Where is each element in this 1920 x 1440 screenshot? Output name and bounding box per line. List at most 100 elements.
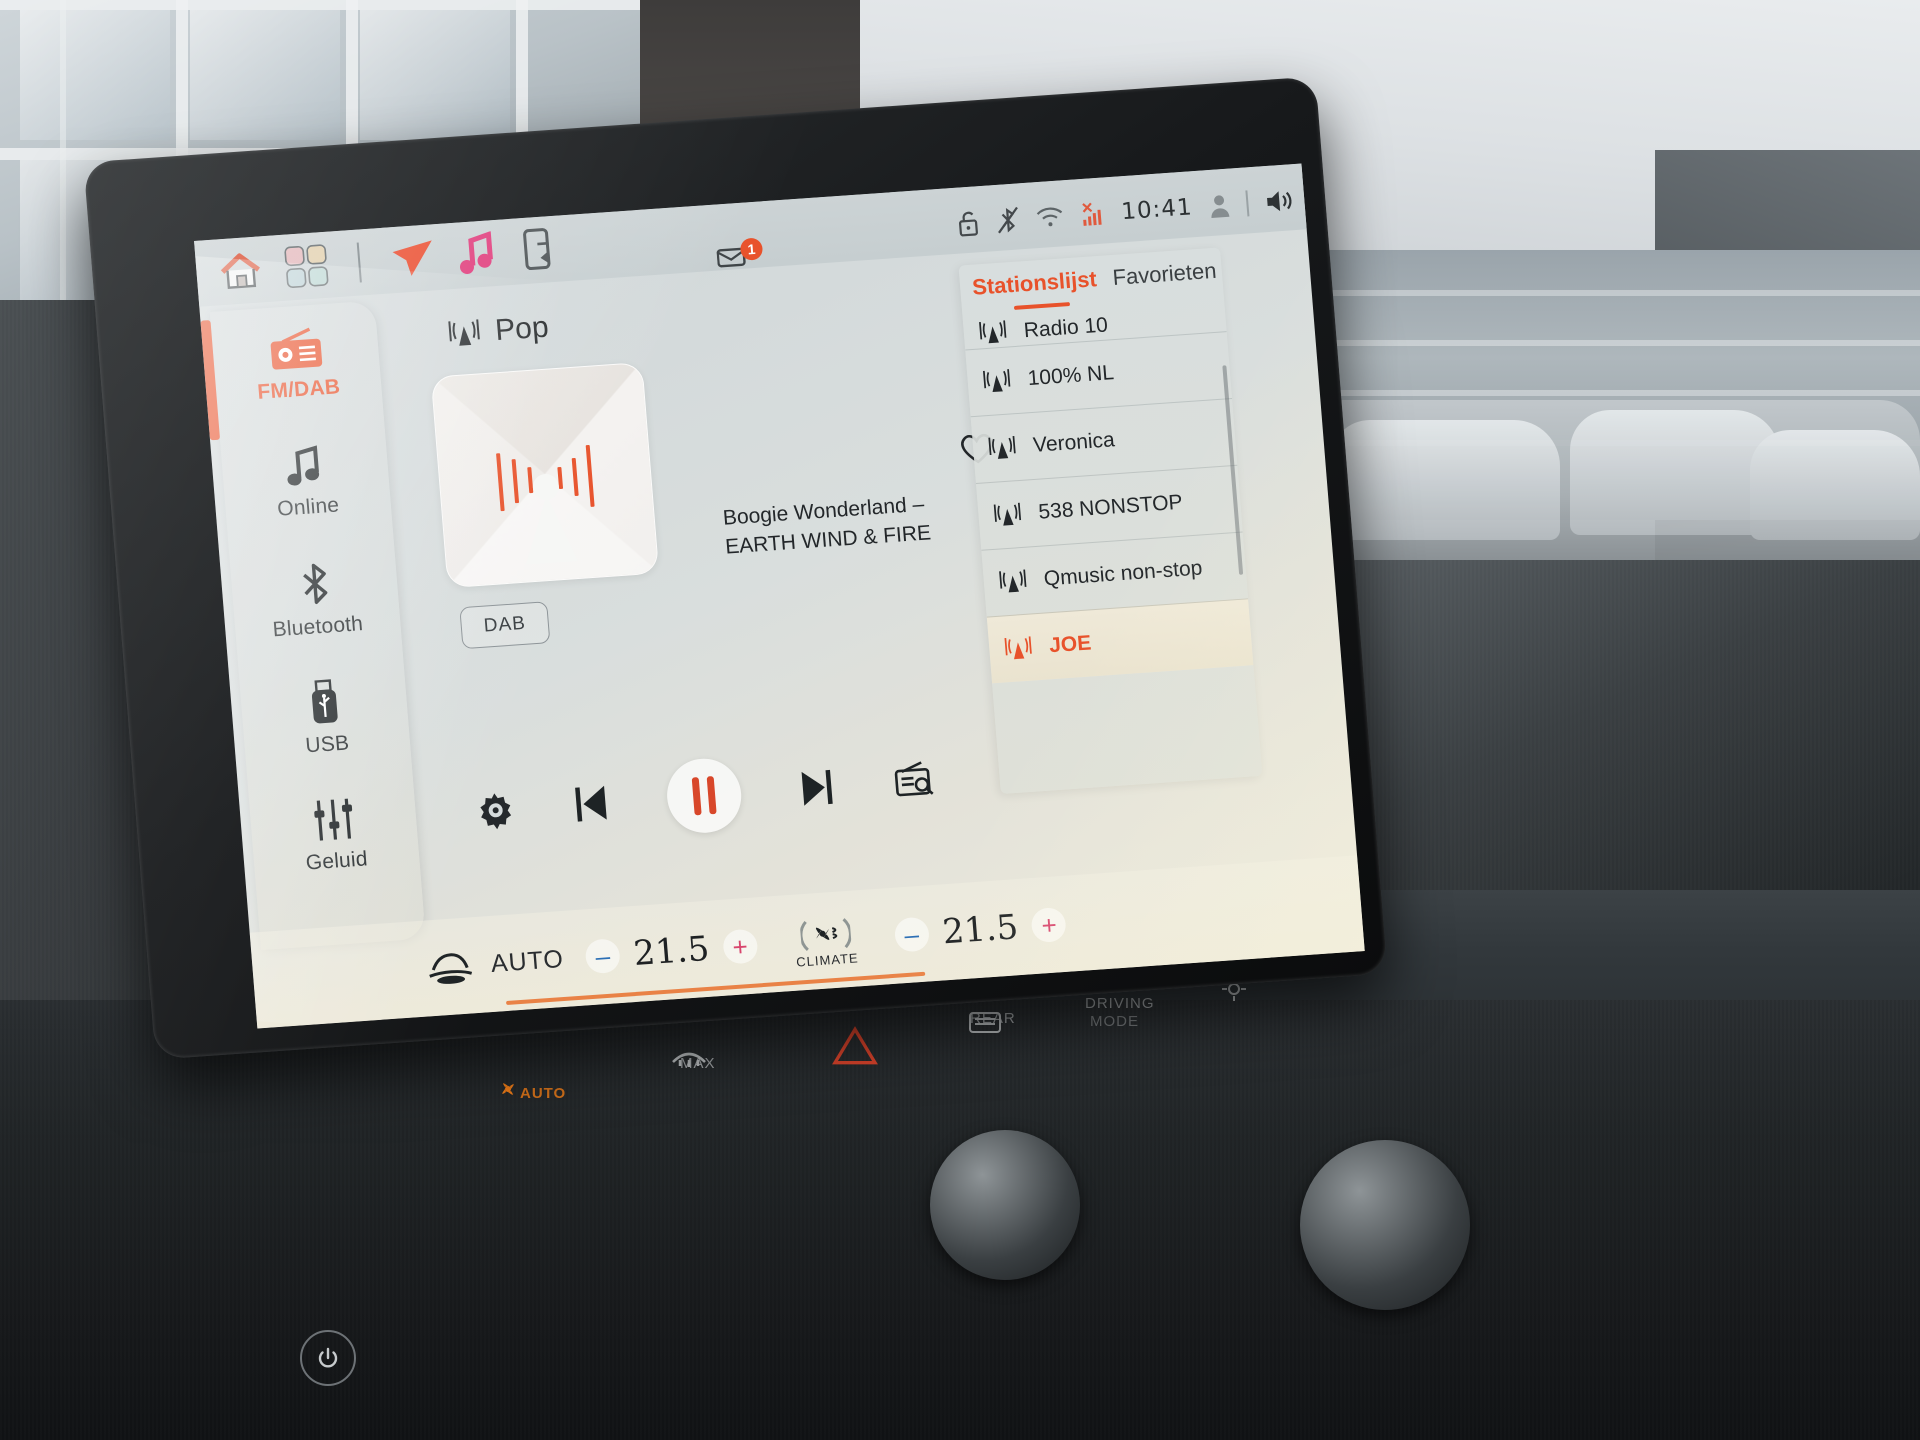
play-pause-button[interactable]: [664, 756, 745, 836]
skip-previous-icon: [575, 785, 607, 822]
usb-stick-icon: [311, 679, 338, 724]
gear-icon: [480, 793, 512, 830]
radio-tower-icon: [1004, 636, 1032, 660]
playback-controls: [423, 739, 988, 852]
sidebar-item-online[interactable]: Online: [219, 418, 393, 547]
album-art-antenna-icon: [526, 473, 578, 565]
infotainment-screen: 1 10:41 FM/DAB Online Bluetooth USB Gelu…: [194, 163, 1365, 1029]
rotary-knob-left[interactable]: [930, 1130, 1080, 1280]
left-temp-increase-button[interactable]: +: [721, 928, 759, 965]
sidebar-item-bluetooth[interactable]: Bluetooth: [229, 536, 403, 665]
power-button[interactable]: [300, 1330, 356, 1386]
seat-heater-icon[interactable]: [422, 945, 479, 989]
navigation-icon[interactable]: [389, 236, 438, 281]
list-item[interactable]: JOE: [986, 598, 1254, 684]
band-badge[interactable]: DAB: [459, 601, 551, 650]
list-item[interactable]: Veronica: [970, 397, 1238, 484]
defrost-rear-icon[interactable]: [968, 1010, 1002, 1036]
left-temp-decrease-button[interactable]: –: [584, 938, 622, 975]
apps-grid-icon[interactable]: [283, 243, 330, 290]
status-divider: [1245, 190, 1250, 217]
message-icon: [716, 247, 746, 268]
radio-tower-icon: [979, 320, 1007, 344]
left-temperature-value: 21.5: [632, 928, 711, 974]
tab-stationslijst[interactable]: Stationslijst: [971, 266, 1097, 301]
notification-count-badge: 1: [739, 237, 764, 261]
fan-icon: [799, 917, 852, 951]
track-title: Boogie Wonderland – EARTH WIND & FIRE: [722, 492, 932, 559]
climate-label: CLIMATE: [795, 949, 860, 970]
next-track-button[interactable]: [795, 766, 838, 811]
hazard-triangle-icon[interactable]: [832, 1026, 878, 1066]
list-item[interactable]: Radio 10: [962, 289, 1227, 349]
list-item-label: Radio 10: [1022, 313, 1109, 343]
climate-accent-underline: [505, 971, 926, 1006]
station-list-panel: Stationslijst Favorieten Radio 10 100% N…: [958, 247, 1263, 795]
photo-scene: MAX REAR DRIVING MODE AUTO: [0, 0, 1920, 1440]
list-item-label: 100% NL: [1026, 361, 1115, 391]
list-item-label: JOE: [1048, 631, 1093, 658]
pause-icon: [688, 776, 721, 816]
album-art-wrapper: Boogie Wonderland – EARTH WIND & FIRE: [430, 341, 993, 589]
settings-gear-button[interactable]: [474, 789, 517, 832]
top-app-bar: [194, 163, 1329, 307]
list-item[interactable]: 538 NONSTOP: [975, 464, 1243, 550]
right-temp-decrease-button[interactable]: –: [893, 916, 930, 953]
user-profile-icon[interactable]: [1207, 192, 1231, 219]
station-list-scrollbar[interactable]: [1222, 365, 1244, 575]
hw-label-driving: DRIVING: [1085, 995, 1155, 1012]
radio-tower-icon: [988, 435, 1016, 459]
search-icon[interactable]: [1227, 259, 1230, 281]
hw-label-auto: AUTO: [520, 1085, 567, 1102]
right-temperature-value: 21.5: [940, 907, 1020, 953]
sidebar-item-label: USB: [304, 731, 351, 758]
radio-tower-icon: [999, 569, 1027, 593]
now-playing-panel: Pop Boogie Wonderland – EARTH WIND & FIR…: [384, 261, 999, 998]
defrost-front-icon[interactable]: [670, 1040, 708, 1070]
unlock-icon: [958, 211, 978, 237]
infotainment-display-bezel: 1 10:41 FM/DAB Online Bluetooth USB Gelu…: [83, 76, 1388, 1060]
rotary-knob-right[interactable]: [1300, 1140, 1470, 1310]
previous-track-button[interactable]: [570, 781, 613, 826]
list-item-label: 538 NONSTOP: [1037, 490, 1184, 524]
partial-row-highlight: [1013, 302, 1071, 310]
phone-projection-icon[interactable]: [518, 227, 559, 274]
skip-next-icon: [801, 769, 833, 806]
tab-favorieten[interactable]: Favorieten: [1112, 258, 1218, 291]
sidebar-item-fm-dab[interactable]: FM/DAB: [210, 301, 384, 430]
bluetooth-off-icon: [997, 206, 1018, 234]
hw-label-mode: MODE: [1090, 1013, 1139, 1030]
station-list-header: Stationslijst Favorieten: [958, 247, 1230, 307]
status-clock: 10:41: [1120, 194, 1194, 226]
station-scan-button[interactable]: [891, 760, 936, 803]
dashboard-vent: [1330, 560, 1920, 890]
music-note-icon: [286, 445, 319, 486]
active-source-indicator: [200, 320, 221, 441]
cellular-no-service-icon: [1081, 202, 1102, 226]
notification-indicator[interactable]: 1: [716, 237, 764, 270]
radio-search-icon: [894, 761, 934, 797]
list-item-label: Qmusic non-stop: [1042, 556, 1204, 591]
wifi-icon: [1036, 207, 1062, 227]
music-note-icon[interactable]: [456, 230, 499, 278]
sidebar-item-label: Online: [276, 493, 341, 521]
fan-auto-icon[interactable]: [495, 1076, 521, 1102]
home-icon[interactable]: [217, 249, 264, 292]
sidebar-item-label: Bluetooth: [271, 612, 364, 642]
speaker-volume-icon[interactable]: [1263, 187, 1295, 215]
radio-tower-icon: [982, 369, 1011, 393]
sidebar-item-geluid[interactable]: Geluid: [248, 771, 422, 900]
album-art-bars: [496, 445, 595, 513]
favorite-heart-icon[interactable]: [957, 430, 998, 467]
radio-icon: [270, 327, 322, 370]
right-temp-increase-button[interactable]: +: [1030, 906, 1068, 944]
chevron-down-icon[interactable]: [1104, 273, 1105, 285]
list-item[interactable]: 100% NL: [965, 331, 1232, 417]
sidebar-item-usb[interactable]: USB: [238, 653, 412, 782]
bluetooth-icon: [302, 563, 327, 605]
list-item-label: Veronica: [1032, 428, 1116, 457]
climate-button[interactable]: CLIMATE: [781, 911, 871, 970]
climate-auto-label[interactable]: AUTO: [490, 944, 565, 978]
list-item[interactable]: Qmusic non-stop: [981, 531, 1249, 617]
sidebar-item-label: FM/DAB: [256, 375, 342, 404]
